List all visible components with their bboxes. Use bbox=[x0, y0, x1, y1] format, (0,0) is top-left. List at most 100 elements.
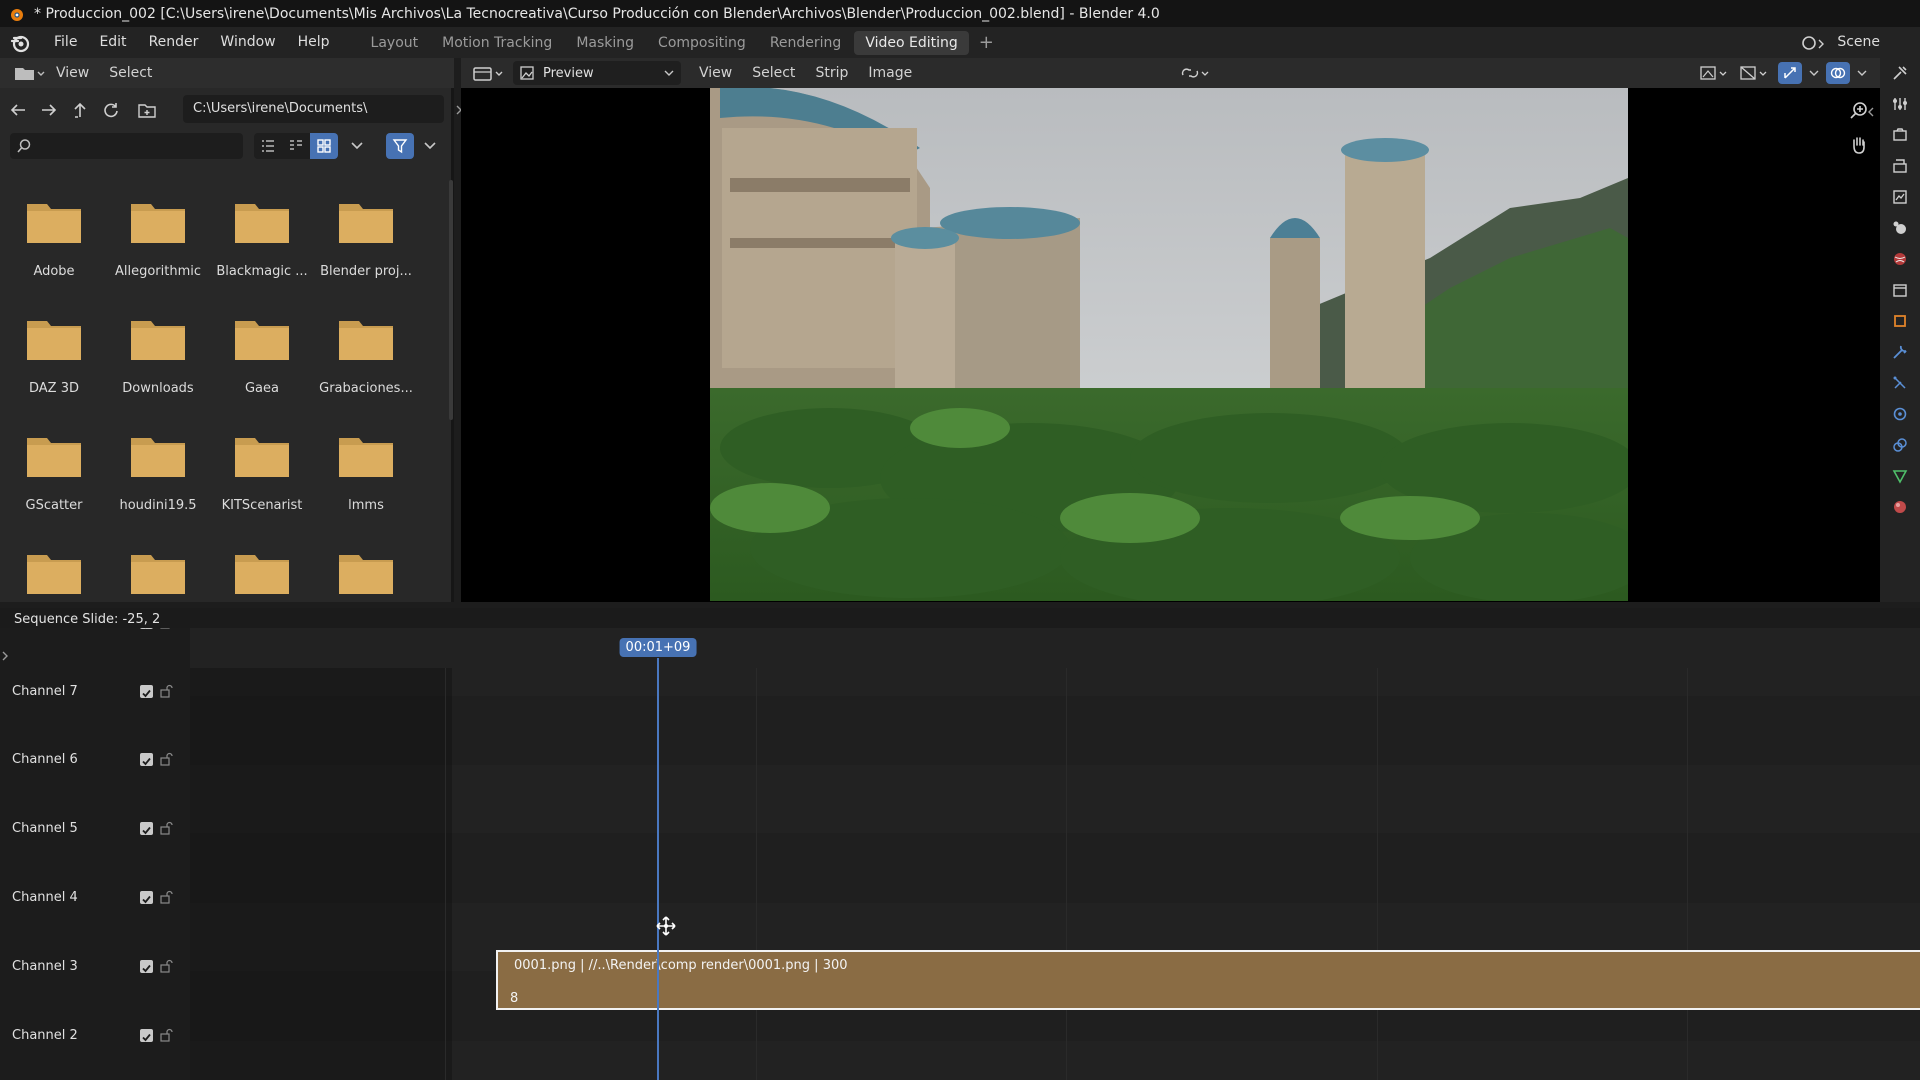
sequencer-timeline[interactable]: -00:01+08-00:00+1600:00+0000:00+1600:02+… bbox=[0, 628, 1920, 1080]
folder-item[interactable]: DAZ 3D bbox=[2, 297, 106, 414]
folder-item[interactable]: Grabaciones... bbox=[314, 297, 418, 414]
image-strip[interactable]: 0001.png | //..\Render\comp render\0001.… bbox=[496, 950, 1920, 1010]
preview-menu-strip[interactable]: Strip bbox=[805, 65, 858, 81]
unlock-icon[interactable] bbox=[159, 821, 173, 835]
horizontal-list-button[interactable] bbox=[282, 133, 310, 159]
playhead[interactable] bbox=[657, 658, 659, 1080]
color-channel-icon[interactable] bbox=[1738, 63, 1772, 83]
channel-mute-checkbox[interactable] bbox=[140, 628, 153, 629]
object-properties-icon[interactable] bbox=[1891, 312, 1909, 330]
folder-item[interactable] bbox=[2, 531, 106, 600]
particles-icon[interactable] bbox=[1891, 374, 1909, 392]
physics-icon[interactable] bbox=[1891, 405, 1909, 423]
channel-mute-checkbox[interactable] bbox=[140, 684, 153, 698]
channel-mute-checkbox[interactable] bbox=[140, 1028, 153, 1042]
channel-row[interactable]: Channel 6 bbox=[0, 725, 190, 793]
menu-render[interactable]: Render bbox=[138, 27, 210, 58]
tab-rendering[interactable]: Rendering bbox=[759, 31, 853, 55]
folder-item[interactable]: houdini19.5 bbox=[106, 414, 210, 531]
gizmo-toggle-button[interactable] bbox=[1778, 62, 1802, 84]
preview-menu-image[interactable]: Image bbox=[858, 65, 922, 81]
folder-item[interactable]: Gaea bbox=[210, 297, 314, 414]
thumbnails-button[interactable] bbox=[310, 133, 338, 159]
folder-item[interactable]: Adobe bbox=[2, 180, 106, 297]
gizmo-dropdown-icon[interactable] bbox=[1808, 68, 1820, 78]
folder-item[interactable]: lmms bbox=[314, 414, 418, 531]
folder-item[interactable]: Blackmagic ... bbox=[210, 180, 314, 297]
collection-properties-icon[interactable] bbox=[1891, 281, 1909, 299]
folder-item[interactable]: Blender proj... bbox=[314, 180, 418, 297]
constraints-icon[interactable] bbox=[1891, 436, 1909, 454]
scene-properties-icon[interactable] bbox=[1891, 219, 1909, 237]
channel-row[interactable]: Channel 3 bbox=[0, 932, 190, 1000]
folder-item[interactable]: Downloads bbox=[106, 297, 210, 414]
unlock-icon[interactable] bbox=[159, 1028, 173, 1042]
blender-menu-icon[interactable] bbox=[9, 32, 31, 54]
tab-compositing[interactable]: Compositing bbox=[647, 31, 757, 55]
menu-window[interactable]: Window bbox=[209, 27, 286, 58]
menu-help[interactable]: Help bbox=[287, 27, 341, 58]
channel-row[interactable]: Channel 8 bbox=[0, 628, 190, 656]
channel-row[interactable]: Channel 5 bbox=[0, 794, 190, 862]
display-options-dropdown-icon[interactable] bbox=[350, 140, 364, 152]
tab-motion-tracking[interactable]: Motion Tracking bbox=[431, 31, 563, 55]
overlay-dropdown-icon[interactable] bbox=[1856, 68, 1868, 78]
world-properties-icon[interactable] bbox=[1891, 250, 1909, 268]
preview-menu-select[interactable]: Select bbox=[742, 65, 805, 81]
fb-menu-select[interactable]: Select bbox=[99, 65, 162, 81]
folder-item[interactable]: KITScenarist bbox=[210, 414, 314, 531]
output-properties-icon[interactable] bbox=[1891, 157, 1909, 175]
channel-row[interactable]: Channel 7 bbox=[0, 657, 190, 725]
tab-layout[interactable]: Layout bbox=[360, 31, 430, 55]
fb-menu-view[interactable]: View bbox=[46, 65, 99, 81]
tab-video-editing[interactable]: Video Editing bbox=[854, 30, 969, 55]
channel-row[interactable]: Channel 4 bbox=[0, 863, 190, 931]
render-properties-icon[interactable] bbox=[1891, 126, 1909, 144]
vertical-list-button[interactable] bbox=[254, 133, 282, 159]
add-workspace-button[interactable]: + bbox=[970, 32, 1003, 53]
scene-selector[interactable]: Scene bbox=[1801, 28, 1920, 56]
folder-item[interactable] bbox=[210, 531, 314, 600]
current-frame-indicator[interactable]: 00:01+09 bbox=[619, 638, 697, 657]
editor-type-sequencer-icon[interactable] bbox=[471, 63, 505, 83]
unlock-icon[interactable] bbox=[159, 684, 173, 698]
directory-path-field[interactable]: C:\Users\irene\Documents\ bbox=[183, 95, 444, 123]
view-layer-icon[interactable] bbox=[1891, 188, 1909, 206]
sidebar-expand-arrow-icon[interactable] bbox=[1867, 106, 1875, 118]
folder-item[interactable]: Allegorithmic bbox=[106, 180, 210, 297]
tool-icon[interactable] bbox=[1891, 64, 1909, 82]
pivot-link-icon[interactable] bbox=[1178, 63, 1212, 83]
data-properties-icon[interactable] bbox=[1891, 467, 1909, 485]
channel-row[interactable]: Channel 2 bbox=[0, 1001, 190, 1069]
back-button[interactable] bbox=[5, 97, 31, 123]
pan-hand-icon[interactable] bbox=[1848, 134, 1870, 156]
unlock-icon[interactable] bbox=[159, 628, 173, 629]
overlay-toggle-button[interactable] bbox=[1826, 62, 1850, 84]
channel-mute-checkbox[interactable] bbox=[140, 890, 153, 904]
refresh-button[interactable] bbox=[98, 97, 124, 123]
editor-type-file-browser-icon[interactable] bbox=[12, 63, 46, 83]
channels-expand-arrow-icon[interactable] bbox=[1, 650, 9, 662]
file-browser-scrollbar[interactable] bbox=[449, 180, 453, 420]
filter-options-dropdown-icon[interactable] bbox=[423, 140, 437, 152]
search-input[interactable] bbox=[10, 133, 243, 159]
material-properties-icon[interactable] bbox=[1891, 498, 1909, 516]
filter-toggle-button[interactable] bbox=[386, 133, 414, 159]
folder-item[interactable]: GScatter bbox=[2, 414, 106, 531]
unlock-icon[interactable] bbox=[159, 752, 173, 766]
menu-file[interactable]: File bbox=[43, 27, 88, 58]
new-folder-button[interactable] bbox=[134, 97, 160, 123]
folder-item[interactable] bbox=[314, 531, 418, 600]
channel-mute-checkbox[interactable] bbox=[140, 821, 153, 835]
channel-mute-checkbox[interactable] bbox=[140, 959, 153, 973]
unlock-icon[interactable] bbox=[159, 959, 173, 973]
display-channels-icon[interactable] bbox=[1698, 63, 1732, 83]
tool-settings-icon[interactable] bbox=[1891, 95, 1909, 113]
view-type-dropdown[interactable]: Preview bbox=[513, 61, 681, 85]
channel-mute-checkbox[interactable] bbox=[140, 752, 153, 766]
forward-button[interactable] bbox=[36, 97, 62, 123]
parent-directory-button[interactable] bbox=[67, 97, 93, 123]
unlock-icon[interactable] bbox=[159, 890, 173, 904]
tab-masking[interactable]: Masking bbox=[565, 31, 645, 55]
modifier-properties-icon[interactable] bbox=[1891, 343, 1909, 361]
